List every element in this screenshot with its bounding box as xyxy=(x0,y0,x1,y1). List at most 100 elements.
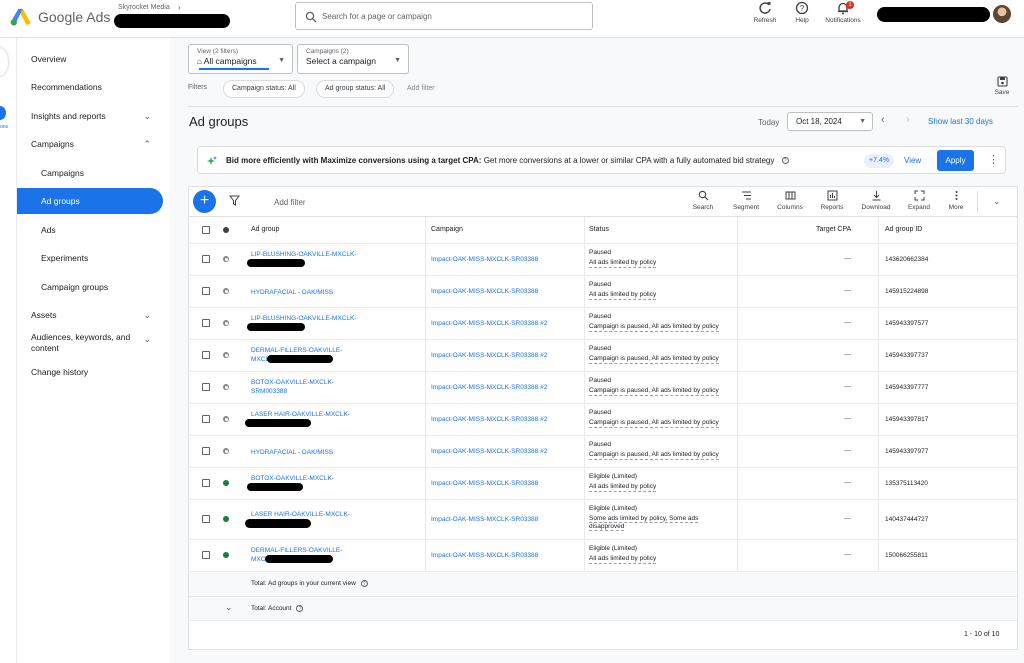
more-tool-button[interactable]: More xyxy=(939,190,973,211)
sidebar-item-label: Insights and reports xyxy=(31,111,106,121)
sidebar-item-experiments[interactable]: Experiments xyxy=(17,245,163,271)
sidebar-item-campaign-groups[interactable]: Campaign groups xyxy=(17,274,163,300)
notifications-button[interactable]: 1 Notifications xyxy=(817,1,869,24)
status-reason[interactable]: Campaign is paused, All ads limited by p… xyxy=(589,451,719,460)
columns-tool-button[interactable]: Columns xyxy=(773,190,807,211)
column-header-ad-group-id[interactable]: Ad group ID xyxy=(885,226,922,233)
sidebar-item-campaigns[interactable]: Campaigns xyxy=(17,160,163,186)
save-button[interactable]: Save xyxy=(992,76,1012,96)
row-checkbox[interactable] xyxy=(202,351,210,359)
ad-group-link[interactable]: LASER HAIR-OAKVILLE-MXCLK- xyxy=(251,510,369,519)
expand-tool-button[interactable]: Expand xyxy=(902,190,936,211)
ad-group-link[interactable]: BOTOX-OAKVILLE-MXCLK- xyxy=(251,474,369,483)
ad-group-link[interactable]: HYDRAFACIAL - OAK/MISS xyxy=(251,448,369,457)
save-label: Save xyxy=(994,89,1010,96)
column-header-status[interactable]: Status xyxy=(589,226,609,233)
campaign-link[interactable]: Impact-OAK-MISS-MXCLK-SR03388 #2 xyxy=(431,352,547,359)
status-reason[interactable]: All ads limited by policy xyxy=(589,291,657,300)
table-row: LIP-BLUSHING-OAKVILLE-MXCLK- Impact-OAK-… xyxy=(189,307,1017,339)
chevron-down-icon[interactable]: ⌄ xyxy=(993,196,1001,207)
status-reason[interactable]: Some ads limited by policy, Some ads dis… xyxy=(589,515,717,531)
search-tool-button[interactable]: Search xyxy=(686,190,720,211)
reports-tool-button[interactable]: Reports xyxy=(815,190,849,211)
campaign-link[interactable]: Impact-OAK-MISS-MXCLK-SR03388 xyxy=(431,552,538,559)
refresh-button[interactable]: Refresh xyxy=(745,1,785,24)
row-checkbox[interactable] xyxy=(202,479,210,487)
column-header-target-cpa[interactable]: Target CPA xyxy=(816,226,851,233)
status-reason[interactable]: Campaign is paused, All ads limited by p… xyxy=(589,387,719,396)
status-reason[interactable]: All ads limited by policy xyxy=(589,483,657,492)
campaign-link[interactable]: Impact-OAK-MISS-MXCLK-SR03388 xyxy=(431,480,538,487)
add-filter-input[interactable]: Add filter xyxy=(274,198,306,207)
select-all-checkbox[interactable] xyxy=(202,226,210,234)
row-checkbox[interactable] xyxy=(202,415,210,423)
status-reason[interactable]: All ads limited by policy xyxy=(589,259,657,268)
chevron-down-icon[interactable]: ⌄ xyxy=(225,602,233,613)
filter-icon[interactable] xyxy=(229,195,240,206)
sidebar-item-overview[interactable]: Overview xyxy=(17,46,163,72)
sidebar-item-assets[interactable]: Assets ⌄ xyxy=(17,302,163,328)
sidebar-item-insights-and-reports[interactable]: Insights and reports ⌄ xyxy=(17,103,163,129)
ad-group-link[interactable]: LASER HAIR-OAKVILLE-MXCLK- xyxy=(251,410,369,419)
sidebar-item-ad-groups[interactable]: Ad groups xyxy=(17,188,163,214)
apply-button[interactable]: Apply xyxy=(937,150,974,171)
ad-group-status-chip[interactable]: Ad group status: All xyxy=(316,80,395,98)
row-checkbox[interactable] xyxy=(202,383,210,391)
status-reason[interactable]: Campaign is paused, All ads limited by p… xyxy=(589,355,719,364)
ad-group-link[interactable]: HYDRAFACIAL - OAK/MISS xyxy=(251,288,369,297)
info-icon[interactable]: ? xyxy=(296,605,304,612)
status-text: Eligible (Limited) xyxy=(589,505,638,512)
add-filter-link[interactable]: Add filter xyxy=(407,85,435,92)
info-icon[interactable]: ? xyxy=(781,157,789,165)
campaign-link[interactable]: Impact-OAK-MISS-MXCLK-SR03388 xyxy=(431,256,538,263)
google-ads-logo-icon[interactable] xyxy=(10,8,32,26)
status-reason[interactable]: Campaign is paused, All ads limited by p… xyxy=(589,419,719,428)
info-icon[interactable]: ? xyxy=(360,580,368,587)
campaigns-rail-icon[interactable] xyxy=(0,106,6,120)
row-checkbox[interactable] xyxy=(202,551,210,559)
row-checkbox[interactable] xyxy=(202,515,210,523)
ad-group-link[interactable]: LIP-BLUSHING-OAKVILLE-MXCLK- xyxy=(251,314,369,323)
column-header-campaign[interactable]: Campaign xyxy=(431,226,463,233)
download-tool-button[interactable]: Download xyxy=(859,190,893,211)
campaign-link[interactable]: Impact-OAK-MISS-MXCLK-SR03388 #2 xyxy=(431,320,547,327)
ad-group-link[interactable]: BOTOX-OAKVILLE-MXCLK-SRM003388 xyxy=(251,378,343,396)
campaign-link[interactable]: Impact-OAK-MISS-MXCLK-SR03388 #2 xyxy=(431,384,547,391)
more-vert-icon[interactable]: ⋮ xyxy=(988,153,999,166)
campaign-link[interactable]: Impact-OAK-MISS-MXCLK-SR03388 xyxy=(431,516,538,523)
status-reason[interactable]: Campaign is paused, All ads limited by p… xyxy=(589,323,719,332)
column-header-ad-group[interactable]: Ad group xyxy=(251,226,279,233)
notifications-label: Notifications xyxy=(825,17,861,24)
next-period-button[interactable]: › xyxy=(906,114,910,126)
date-picker[interactable]: Oct 18, 2024 ▼ xyxy=(787,112,873,131)
row-checkbox[interactable] xyxy=(202,447,210,455)
row-checkbox[interactable] xyxy=(202,255,210,263)
view-filter-dropdown[interactable]: View (2 filters) ⌂ All campaigns ▼ xyxy=(188,44,293,74)
account-name[interactable]: Skyrocket Media xyxy=(118,4,170,11)
help-button[interactable]: ? Help xyxy=(782,1,822,24)
previous-period-button[interactable]: ‹ xyxy=(881,114,885,126)
view-button[interactable]: View xyxy=(904,156,921,165)
chevron-right-icon[interactable]: › xyxy=(178,3,181,12)
campaigns-filter-dropdown[interactable]: Campaigns (2) Select a campaign ▼ xyxy=(297,44,409,74)
campaign-link[interactable]: Impact-OAK-MISS-MXCLK-SR03388 #2 xyxy=(431,448,547,455)
row-checkbox[interactable] xyxy=(202,319,210,327)
sidebar-item-ads[interactable]: Ads xyxy=(17,217,163,243)
status-reason[interactable]: All ads limited by policy xyxy=(589,555,657,564)
campaign-link[interactable]: Impact-OAK-MISS-MXCLK-SR03388 xyxy=(431,288,538,295)
row-checkbox[interactable] xyxy=(202,287,210,295)
create-button[interactable] xyxy=(0,48,8,76)
campaign-status-chip[interactable]: Campaign status: All xyxy=(223,80,305,98)
search-input[interactable]: Search for a page or campaign xyxy=(295,2,593,30)
add-ad-group-button[interactable]: + xyxy=(193,190,216,213)
ad-group-link[interactable]: LIP-BLUSHING-OAKVILLE-MXCLK- xyxy=(251,250,369,259)
avatar[interactable] xyxy=(993,5,1011,23)
sidebar-item-recommendations[interactable]: Recommendations xyxy=(17,74,163,100)
sidebar-item-audiences-keywords-content[interactable]: Audiences, keywords, and content ⌄ xyxy=(17,330,151,360)
sidebar-item-campaigns-group[interactable]: Campaigns ⌃ xyxy=(17,131,163,157)
sidebar-item-change-history[interactable]: Change history xyxy=(17,359,163,385)
campaign-link[interactable]: Impact-OAK-MISS-MXCLK-SR03388 #2 xyxy=(431,416,547,423)
show-last-30-days-link[interactable]: Show last 30 days xyxy=(928,117,993,126)
segment-tool-button[interactable]: Segment xyxy=(729,190,763,211)
table-row: DERMAL-FILLERS-OAKVILLE-MXCLK Impact-OAK… xyxy=(189,339,1017,371)
